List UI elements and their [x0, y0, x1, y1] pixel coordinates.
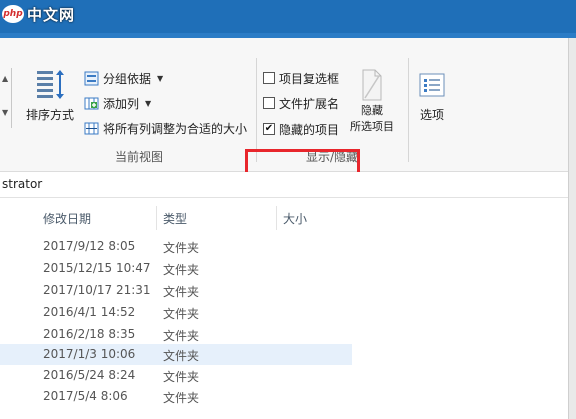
size-columns-icon [84, 122, 99, 134]
title-bar: php 中文网 [0, 0, 576, 38]
column-type-label: 类型 [163, 211, 188, 226]
file-date: 2017/1/3 10:06 [43, 347, 136, 361]
hidden-items-label: 隐藏的项目 [279, 122, 340, 137]
column-header-size[interactable]: 大小 [283, 206, 307, 230]
file-extensions-option[interactable]: 文件扩展名 [263, 93, 339, 113]
item-checkboxes-checkbox[interactable] [263, 72, 275, 84]
address-bar[interactable]: strator [0, 172, 576, 198]
file-row[interactable]: 2017/10/17 21:31 文件夹 [0, 280, 352, 301]
hide-document-icon [362, 69, 382, 101]
file-type: 文件夹 [163, 263, 200, 277]
file-row[interactable]: 2016/2/18 8:35 文件夹 [0, 324, 352, 345]
column-size-label: 大小 [283, 211, 308, 226]
file-row[interactable]: 2015/12/15 10:47 文件夹 [0, 258, 352, 279]
file-type: 文件夹 [163, 241, 200, 255]
window-right-edge [568, 38, 576, 419]
file-type: 文件夹 [163, 349, 200, 363]
group-by-button[interactable]: 分组依据 ▼ [84, 68, 163, 88]
scroll-up-icon: ▲ [2, 74, 9, 83]
add-columns-label: 添加列 [103, 96, 140, 111]
add-columns-button[interactable]: 添加列 ▼ [84, 93, 151, 113]
current-view-group-label: 当前视图 [115, 150, 164, 164]
column-date-label: 修改日期 [43, 211, 92, 226]
item-checkboxes-option[interactable]: 项目复选框 [263, 68, 339, 88]
size-all-columns-button[interactable]: 将所有列调整为合适的大小 [84, 118, 247, 138]
file-date: 2016/5/24 8:24 [43, 368, 136, 382]
file-type: 文件夹 [163, 329, 200, 343]
group-by-label: 分组依据 [103, 71, 152, 86]
file-type: 文件夹 [163, 391, 200, 405]
file-row[interactable]: 2016/5/24 8:24 文件夹 [0, 365, 352, 386]
file-extensions-checkbox[interactable] [263, 97, 275, 109]
options-icon [419, 73, 445, 97]
options-button[interactable]: 选项 [418, 72, 446, 123]
file-explorer-window: php 中文网 ▲ ▼ 排序方式 分组依据 ▼ 添加列 ▼ 将所有列调整为合适的… [0, 0, 576, 419]
column-separator[interactable] [156, 206, 157, 230]
hidden-items-checkbox[interactable]: ✔ [263, 123, 275, 135]
ribbon-separator [256, 58, 257, 162]
file-date: 2016/2/18 8:35 [43, 327, 136, 341]
watermark: php 中文网 [2, 3, 75, 25]
file-type: 文件夹 [163, 285, 200, 299]
column-header-date-modified[interactable]: 修改日期 [43, 206, 91, 230]
file-date: 2017/9/12 8:05 [43, 239, 136, 253]
add-columns-icon [84, 97, 99, 109]
sort-by-label: 排序方式 [26, 108, 75, 122]
address-text: strator [2, 177, 43, 191]
sort-by-icon [37, 70, 64, 99]
file-list: 修改日期 类型 大小 2017/9/12 8:05 文件夹 2015/12/15… [0, 198, 576, 419]
group-by-dropdown-icon: ▼ [157, 73, 164, 83]
watermark-site-text: 中文网 [27, 5, 76, 24]
group-by-icon [84, 71, 99, 85]
file-type: 文件夹 [163, 370, 200, 384]
selected-items-label: 所选项目 [350, 120, 394, 133]
file-date: 2017/5/4 8:06 [43, 389, 128, 403]
options-label: 选项 [419, 108, 444, 122]
size-all-columns-label: 将所有列调整为合适的大小 [103, 121, 248, 136]
file-row[interactable]: 2017/9/12 8:05 文件夹 [0, 236, 352, 257]
file-type: 文件夹 [163, 307, 200, 321]
item-checkboxes-label: 项目复选框 [279, 71, 340, 86]
file-date: 2017/10/17 21:31 [43, 283, 151, 297]
ribbon-scroll-control[interactable]: ▲ ▼ [0, 68, 12, 128]
hidden-items-option[interactable]: ✔ 隐藏的项目 [263, 119, 339, 139]
column-header-type[interactable]: 类型 [163, 206, 187, 230]
column-separator[interactable] [276, 206, 277, 230]
file-date: 2016/4/1 14:52 [43, 305, 136, 319]
scroll-down-icon: ▼ [2, 108, 9, 117]
sort-by-button[interactable]: 排序方式 [26, 68, 74, 123]
file-row[interactable]: 2016/4/1 14:52 文件夹 [0, 302, 352, 323]
file-row[interactable]: 2017/5/4 8:06 文件夹 [0, 386, 352, 407]
php-logo-icon: php [2, 5, 24, 23]
file-date: 2015/12/15 10:47 [43, 261, 151, 275]
ribbon-separator [408, 58, 409, 162]
add-columns-dropdown-icon: ▼ [145, 98, 152, 108]
file-row-selected[interactable]: 2017/1/3 10:06 文件夹 [0, 344, 352, 365]
hide-selected-items-button[interactable]: 隐藏 所选项目 [350, 68, 394, 134]
file-extensions-label: 文件扩展名 [279, 96, 340, 111]
hide-label: 隐藏 [361, 104, 383, 117]
ribbon-view-tab: ▲ ▼ 排序方式 分组依据 ▼ 添加列 ▼ 将所有列调整为合适的大小 当前视图 … [0, 38, 576, 264]
